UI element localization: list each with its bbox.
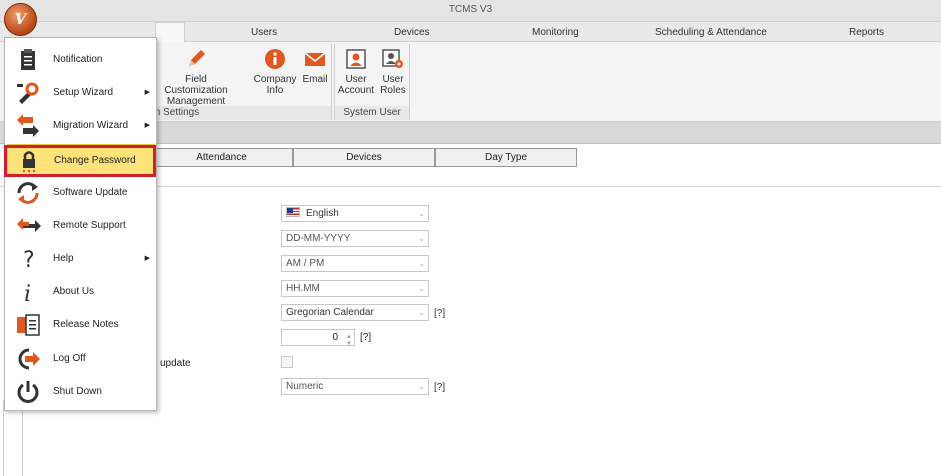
number-stepper[interactable]: 0 ▲ ▼: [281, 329, 355, 347]
submenu-arrow-icon: ▶: [144, 122, 150, 129]
menu-item-release-notes[interactable]: Release Notes: [7, 309, 155, 341]
user-account-button[interactable]: User Account: [337, 48, 375, 96]
tab-reports[interactable]: Reports: [849, 27, 884, 38]
left-frame-edge: [3, 400, 23, 476]
tab-scheduling-attendance[interactable]: Scheduling & Attendance: [655, 27, 767, 38]
menu-item-migration-wizard[interactable]: Migration Wizard ▶: [7, 110, 155, 142]
app-menu-orb-button[interactable]: V: [4, 3, 37, 36]
info-circle-icon: [265, 49, 285, 69]
menu-item-software-update[interactable]: Software Update: [7, 177, 155, 209]
submenu-arrow-icon: ▶: [144, 89, 150, 96]
chevron-down-icon: ⌄: [418, 209, 425, 218]
number-type-help-link[interactable]: [?]: [434, 382, 445, 393]
calendar-help-link[interactable]: [?]: [434, 308, 445, 319]
number-help-link[interactable]: [?]: [360, 332, 371, 343]
user-roles-icon: [382, 49, 403, 68]
power-icon: [17, 381, 39, 403]
tab-devices[interactable]: Devices: [394, 27, 430, 38]
application-menu: Notification Setup Wizard ▶ Migration Wi…: [4, 37, 157, 411]
chevron-down-icon: ⌄: [418, 308, 425, 317]
tab-system[interactable]: [155, 22, 185, 43]
ribbon-group-label-system-user: System User: [335, 106, 409, 120]
menu-item-about-us[interactable]: i About Us: [7, 276, 155, 308]
subtab-devices[interactable]: Devices: [293, 148, 435, 167]
highlight-annotation-box: [4, 145, 156, 177]
subtab-day-type[interactable]: Day Type: [435, 148, 577, 167]
menu-item-help[interactable]: ? Help ▶: [7, 243, 155, 275]
menu-item-log-off[interactable]: Log Off: [7, 343, 155, 375]
question-icon: ?: [23, 248, 35, 271]
field-customization-button[interactable]: Field Customization Management: [160, 48, 232, 107]
clipboard-icon: [21, 49, 35, 70]
info-icon: i: [24, 282, 31, 304]
time-format-select[interactable]: AM / PM ⌄: [281, 255, 429, 272]
window-title: TCMS V3: [448, 4, 493, 15]
envelope-icon: [304, 52, 326, 66]
menu-item-shut-down[interactable]: Shut Down: [7, 376, 155, 408]
chevron-down-icon: ⌄: [418, 234, 425, 243]
language-select[interactable]: English ⌄: [281, 205, 429, 222]
ribbon-group-system-settings: Field Customization Management Company I…: [150, 44, 332, 120]
email-button[interactable]: Email: [300, 48, 330, 85]
menu-item-notification[interactable]: Notification: [7, 44, 155, 76]
chevron-down-icon: ⌄: [418, 259, 425, 268]
user-account-icon: [346, 49, 366, 69]
logoff-icon: [18, 348, 40, 370]
chevron-down-icon: ⌄: [418, 382, 425, 391]
subtab-attendance[interactable]: Attendance: [150, 148, 293, 167]
update-checkbox[interactable]: [281, 356, 293, 368]
title-bar: TCMS V3: [0, 0, 941, 22]
company-info-button[interactable]: Company Info: [252, 48, 298, 96]
date-format-select[interactable]: DD-MM-YYYY ⌄: [281, 230, 429, 247]
spin-down-icon[interactable]: ▼: [346, 337, 352, 352]
tab-users[interactable]: Users: [251, 27, 277, 38]
remote-arrows-icon: [17, 218, 41, 232]
pencil-icon: [189, 50, 205, 66]
menu-item-setup-wizard[interactable]: Setup Wizard ▶: [7, 77, 155, 109]
submenu-arrow-icon: ▶: [144, 255, 150, 262]
number-type-select[interactable]: Numeric ⌄: [281, 378, 429, 395]
menu-item-remote-support[interactable]: Remote Support: [7, 210, 155, 242]
us-flag-icon: [286, 207, 300, 217]
ribbon-group-label-settings: m Settings: [150, 106, 331, 120]
svg-text:?: ?: [23, 248, 35, 271]
ribbon-group-system-user: User Account User Roles System User: [334, 44, 410, 120]
wrench-icon: [17, 82, 39, 104]
migration-arrows-icon: [17, 114, 39, 137]
duration-format-select[interactable]: HH.MM ⌄: [281, 280, 429, 297]
update-label: update: [160, 358, 191, 369]
calendar-select[interactable]: Gregorian Calendar ⌄: [281, 304, 429, 321]
notes-icon: [17, 314, 40, 336]
svg-text:i: i: [24, 282, 31, 304]
user-roles-button[interactable]: User Roles: [377, 48, 409, 96]
refresh-icon: [17, 182, 39, 204]
tab-monitoring[interactable]: Monitoring: [532, 27, 579, 38]
chevron-down-icon: ⌄: [418, 284, 425, 293]
